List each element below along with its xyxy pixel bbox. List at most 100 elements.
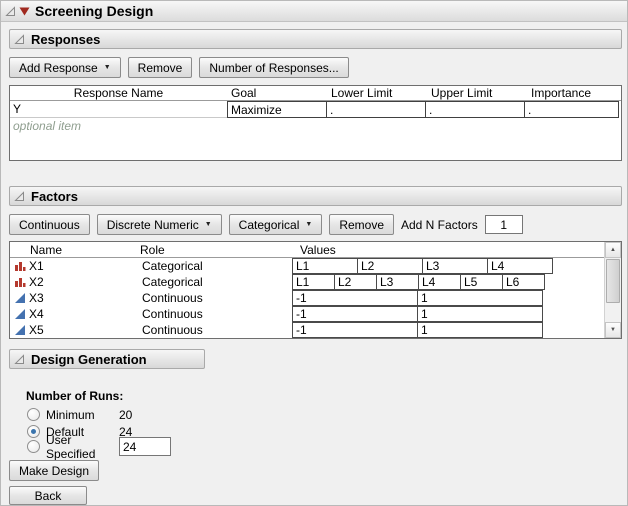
factor-value-cell[interactable]: -1: [292, 290, 418, 306]
column-header-role: Role: [110, 243, 292, 257]
factor-value-cell[interactable]: L4: [418, 274, 461, 290]
factor-role-cell[interactable]: Continuous: [110, 307, 292, 321]
factor-row: X5 Continuous -1 1: [10, 322, 621, 338]
column-header-importance: Importance: [527, 86, 621, 100]
minimum-runs-value: 20: [119, 408, 132, 422]
factor-name-cell[interactable]: X1: [10, 259, 110, 273]
factors-scrollbar[interactable]: ▲ ▼: [604, 242, 621, 338]
factor-value-cell[interactable]: L3: [422, 258, 488, 274]
factor-name-cell[interactable]: X2: [10, 275, 110, 289]
factor-value-cell[interactable]: L1: [292, 258, 358, 274]
dropdown-arrow-icon: ▼: [205, 221, 212, 228]
disclosure-triangle-icon[interactable]: [14, 354, 25, 365]
factor-name-cell[interactable]: X4: [10, 307, 110, 321]
number-of-runs-label: Number of Runs:: [26, 389, 123, 403]
column-header-response-name: Response Name: [10, 86, 227, 100]
disclosure-triangle-icon[interactable]: [14, 191, 25, 202]
factor-row: X3 Continuous -1 1: [10, 290, 621, 306]
factor-value-cell[interactable]: 1: [417, 306, 543, 322]
response-name-cell[interactable]: Y: [10, 101, 227, 118]
radio-default[interactable]: [27, 425, 40, 438]
add-response-button[interactable]: Add Response ▼: [9, 57, 121, 78]
disclosure-triangle-icon[interactable]: [14, 34, 25, 45]
add-n-factors-input[interactable]: [485, 215, 523, 234]
responses-section-title: Responses: [31, 32, 100, 47]
response-lower-limit-cell[interactable]: .: [326, 101, 426, 118]
factor-value-cell[interactable]: 1: [417, 290, 543, 306]
radio-user-specified[interactable]: [27, 440, 40, 453]
column-header-upper-limit: Upper Limit: [427, 86, 527, 100]
scrollbar-thumb[interactable]: [606, 259, 620, 303]
factor-value-cell[interactable]: L5: [460, 274, 503, 290]
factor-value-cell[interactable]: L1: [292, 274, 335, 290]
factor-role-cell[interactable]: Categorical: [110, 259, 292, 273]
response-importance-cell[interactable]: .: [524, 101, 619, 118]
screening-design-header[interactable]: Screening Design: [1, 1, 628, 22]
categorical-factor-icon: [14, 276, 26, 288]
continuous-factor-icon: [14, 292, 26, 304]
screening-design-window: Screening Design Responses Add Response …: [0, 0, 628, 506]
factor-name-cell[interactable]: X3: [10, 291, 110, 305]
factor-values: L1 L2 L3 L4 L5 L6: [292, 274, 545, 290]
responses-table: Response Name Goal Lower Limit Upper Lim…: [9, 85, 622, 161]
responses-section-header[interactable]: Responses: [9, 29, 622, 49]
back-button[interactable]: Back: [9, 486, 87, 505]
factor-value-cell[interactable]: L2: [334, 274, 377, 290]
column-header-values: Values: [292, 243, 336, 257]
factor-role-cell[interactable]: Categorical: [110, 275, 292, 289]
factor-values: -1 1: [292, 306, 543, 322]
factor-value-cell[interactable]: -1: [292, 306, 418, 322]
scroll-down-button[interactable]: ▼: [605, 322, 621, 338]
factor-values: -1 1: [292, 322, 543, 338]
factor-name-cell[interactable]: X5: [10, 323, 110, 337]
design-generation-section-header[interactable]: Design Generation: [9, 349, 205, 369]
remove-factor-button[interactable]: Remove: [329, 214, 394, 235]
design-generation-section-title: Design Generation: [31, 352, 147, 367]
factor-row: X1 Categorical L1 L2 L3 L4: [10, 258, 621, 274]
continuous-factor-icon: [14, 324, 26, 336]
factor-value-cell[interactable]: L4: [487, 258, 553, 274]
radio-minimum[interactable]: [27, 408, 40, 421]
number-of-responses-button[interactable]: Number of Responses...: [199, 57, 348, 78]
factors-table: Name Role Values X1 Categorical L1 L2 L3…: [9, 241, 622, 339]
column-header-name: Name: [10, 243, 110, 257]
optional-item-placeholder[interactable]: optional item: [10, 118, 621, 134]
page-title: Screening Design: [35, 3, 153, 19]
continuous-factor-icon: [14, 308, 26, 320]
radio-user-specified-label[interactable]: User Specified: [46, 433, 119, 461]
column-header-goal: Goal: [227, 86, 327, 100]
remove-response-button[interactable]: Remove: [128, 57, 193, 78]
factor-values: -1 1: [292, 290, 543, 306]
response-upper-limit-cell[interactable]: .: [425, 101, 525, 118]
runs-option-user-specified[interactable]: User Specified: [27, 439, 171, 454]
factor-role-cell[interactable]: Continuous: [110, 291, 292, 305]
dropdown-arrow-icon: ▼: [305, 221, 312, 228]
factor-row: X4 Continuous -1 1: [10, 306, 621, 322]
factor-value-cell[interactable]: L2: [357, 258, 423, 274]
factors-section-title: Factors: [31, 189, 78, 204]
factor-value-cell[interactable]: L3: [376, 274, 419, 290]
red-triangle-menu-icon[interactable]: [19, 7, 30, 16]
categorical-factor-icon: [14, 260, 26, 272]
scroll-up-button[interactable]: ▲: [605, 242, 621, 258]
user-specified-runs-input[interactable]: [119, 437, 171, 456]
factor-value-cell[interactable]: 1: [417, 322, 543, 338]
discrete-numeric-button[interactable]: Discrete Numeric ▼: [97, 214, 222, 235]
response-row: Y Maximize . . .: [10, 101, 621, 118]
factor-value-cell[interactable]: L6: [502, 274, 545, 290]
factors-section-header[interactable]: Factors: [9, 186, 622, 206]
factor-row: X2 Categorical L1 L2 L3 L4 L5 L6: [10, 274, 621, 290]
response-goal-cell[interactable]: Maximize: [227, 101, 327, 118]
factors-table-header: Name Role Values: [10, 242, 621, 258]
responses-table-header: Response Name Goal Lower Limit Upper Lim…: [10, 86, 621, 101]
column-header-lower-limit: Lower Limit: [327, 86, 427, 100]
factor-role-cell[interactable]: Continuous: [110, 323, 292, 337]
categorical-button[interactable]: Categorical ▼: [229, 214, 323, 235]
add-n-factors-label: Add N Factors: [401, 218, 478, 232]
runs-option-minimum[interactable]: Minimum 20: [27, 407, 132, 422]
radio-minimum-label[interactable]: Minimum: [46, 408, 119, 422]
make-design-button[interactable]: Make Design: [9, 460, 99, 481]
disclosure-triangle-icon[interactable]: [5, 6, 16, 17]
continuous-button[interactable]: Continuous: [9, 214, 90, 235]
factor-value-cell[interactable]: -1: [292, 322, 418, 338]
